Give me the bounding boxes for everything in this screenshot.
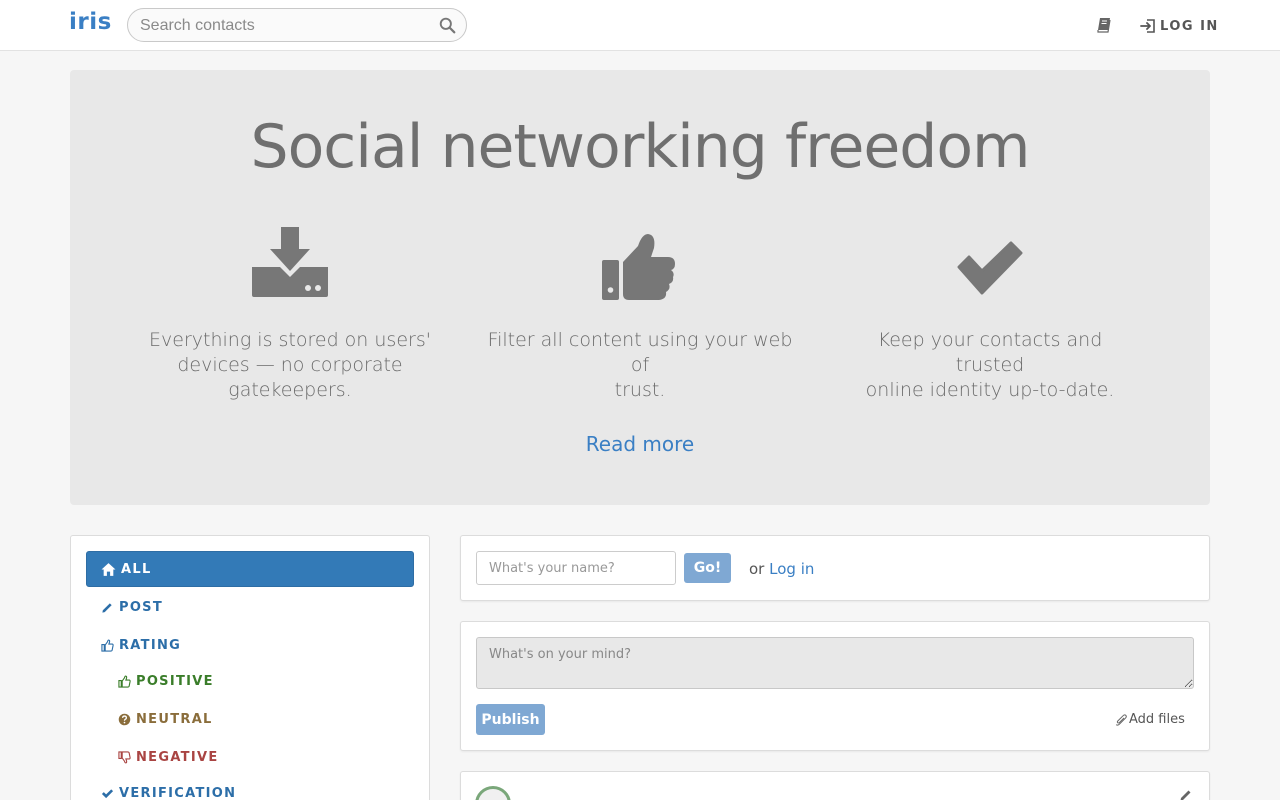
compose-panel: Publish Add files xyxy=(460,621,1210,751)
publish-button[interactable]: Publish xyxy=(476,704,545,735)
question-circle-icon xyxy=(118,713,131,726)
avatar[interactable] xyxy=(475,786,511,800)
thumbs-down-outline-icon xyxy=(118,751,131,764)
check-icon xyxy=(101,789,114,799)
thumbs-up-outline-icon xyxy=(118,675,131,688)
hero-title: Social networking freedom xyxy=(250,112,1030,182)
add-files-link[interactable]: Add files xyxy=(1115,712,1185,727)
add-files-label: Add files xyxy=(1129,712,1185,727)
feature-trust-line-2: trust. xyxy=(614,379,666,401)
home-icon xyxy=(101,562,116,576)
login-link[interactable]: LOG IN xyxy=(1140,16,1219,36)
filter-all-label: ALL xyxy=(121,561,152,577)
feature-trust-line-1: Filter all content using your web of xyxy=(487,329,793,376)
search-icon[interactable] xyxy=(439,17,456,34)
thumbs-up-outline-icon xyxy=(101,639,114,652)
or-label: or xyxy=(749,560,765,578)
feature-identity-text: Keep your contacts and trusted online id… xyxy=(845,328,1135,403)
filter-verification-label: VERIFICATION xyxy=(119,786,237,800)
post-textarea[interactable] xyxy=(476,637,1194,689)
download-icon xyxy=(252,227,328,297)
paperclip-icon xyxy=(1115,713,1127,726)
search-input[interactable] xyxy=(140,15,430,37)
pencil-icon[interactable] xyxy=(1179,788,1193,800)
filter-neutral[interactable]: NEUTRAL xyxy=(118,712,213,727)
pencil-icon xyxy=(102,603,112,613)
read-more-link[interactable]: Read more xyxy=(540,432,740,456)
name-input[interactable] xyxy=(476,551,676,585)
feature-trust-text: Filter all content using your web of tru… xyxy=(480,328,800,403)
filter-all[interactable]: ALL xyxy=(86,551,414,587)
search-box[interactable] xyxy=(127,8,467,42)
book-icon[interactable] xyxy=(1097,17,1111,33)
thumbs-up-icon xyxy=(602,234,675,300)
feed-post xyxy=(460,771,1210,800)
filter-post[interactable]: POST xyxy=(101,600,163,615)
go-button[interactable]: Go! xyxy=(684,553,731,583)
feature-storage-line-3: gatekeepers. xyxy=(228,379,352,401)
feature-storage-text: Everything is stored on users' devices —… xyxy=(145,328,435,403)
logo[interactable]: iris xyxy=(69,9,112,35)
navbar: iris LOG IN xyxy=(0,0,1280,51)
filter-post-label: POST xyxy=(119,600,164,615)
filter-positive[interactable]: POSITIVE xyxy=(118,674,214,689)
filter-negative-label: NEGATIVE xyxy=(136,750,219,765)
feature-storage-line-2: devices — no corporate xyxy=(177,354,403,376)
feature-identity-line-1: Keep your contacts and trusted xyxy=(877,329,1103,376)
feature-storage-line-1: Everything is stored on users' xyxy=(149,329,431,351)
checkmark-icon xyxy=(957,241,1023,295)
filter-positive-label: POSITIVE xyxy=(136,674,214,689)
login-label: LOG IN xyxy=(1160,18,1219,34)
or-login-text: or Log in xyxy=(749,560,814,578)
login-panel: Go! or Log in xyxy=(460,535,1210,601)
filter-rating-label: RATING xyxy=(119,638,182,653)
filter-rating[interactable]: RATING xyxy=(101,638,181,653)
sign-in-icon xyxy=(1140,19,1155,33)
filter-verification[interactable]: VERIFICATION xyxy=(101,786,236,800)
login-inline-link[interactable]: Log in xyxy=(769,560,814,578)
filter-sidebar: ALL POST RATING POSITIVE NEUTRAL NEGATIV… xyxy=(70,535,430,800)
filter-neutral-label: NEUTRAL xyxy=(136,712,213,727)
feature-identity-line-2: online identity up-to-date. xyxy=(865,379,1115,401)
filter-negative[interactable]: NEGATIVE xyxy=(118,750,219,765)
